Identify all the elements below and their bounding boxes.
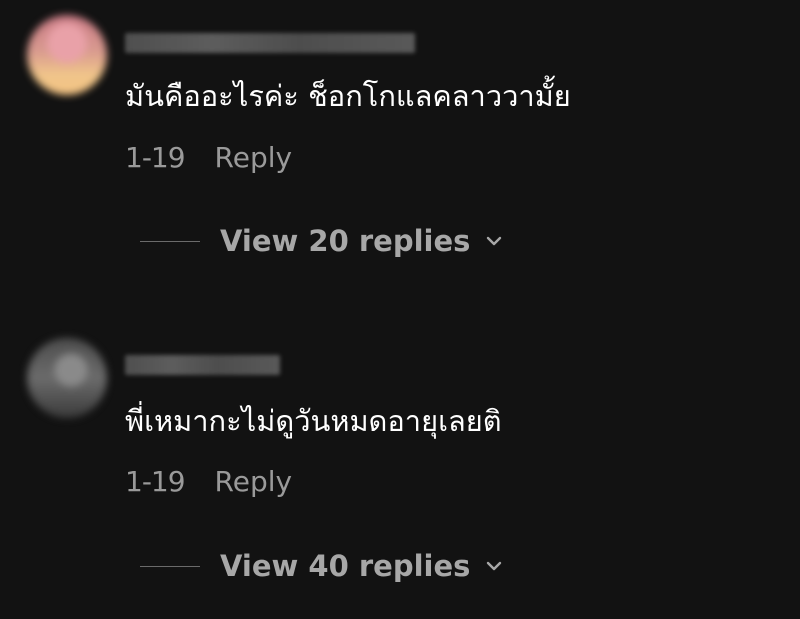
comment-text: พี่เหมากะไม่ดูวันหมดอายุเลยติ bbox=[125, 404, 502, 438]
view-replies-button[interactable]: View 40 replies bbox=[140, 548, 504, 584]
reply-button[interactable]: Reply bbox=[215, 465, 293, 498]
avatar[interactable] bbox=[27, 338, 107, 418]
divider-line bbox=[140, 565, 200, 567]
username[interactable] bbox=[125, 355, 280, 375]
comment-item: พี่เหมากะไม่ดูวันหมดอายุเลยติ 1-19 Reply … bbox=[0, 0, 800, 619]
comment-date: 1-19 bbox=[125, 465, 186, 498]
comment-meta: 1-19 Reply bbox=[125, 464, 292, 500]
chevron-down-icon bbox=[487, 561, 502, 571]
view-replies-label: View 40 replies bbox=[220, 549, 471, 583]
